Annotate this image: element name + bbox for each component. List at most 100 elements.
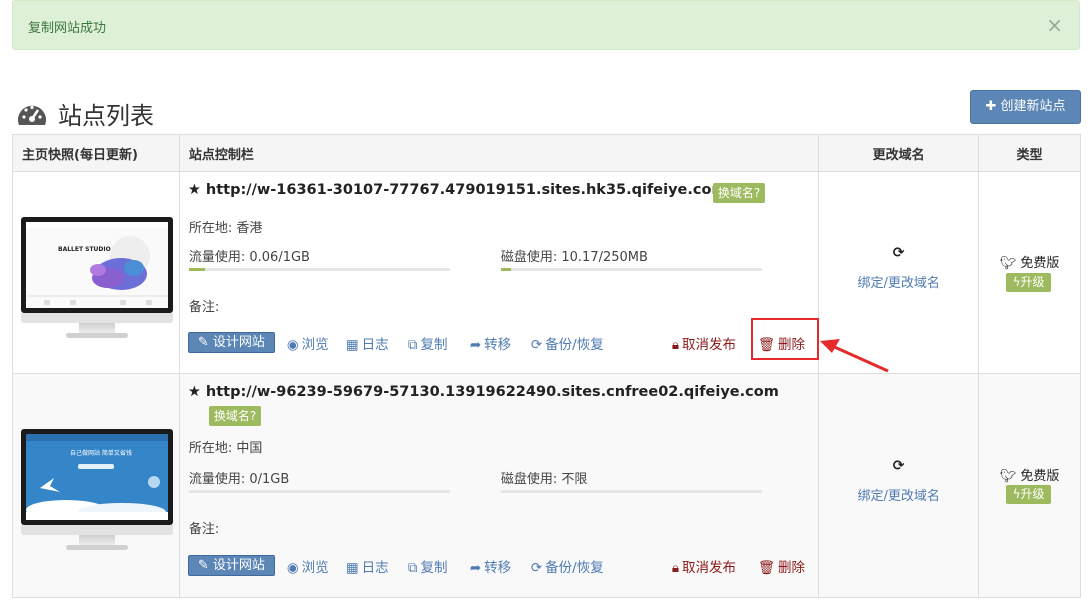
log-link[interactable]: ▦ 日志 [346,556,389,576]
share-arrow-icon: ➦ [469,560,482,576]
backup-restore-link[interactable]: ⟳ 备份/恢复 [531,333,604,353]
globe-icon: ◉ [286,560,299,576]
site-url[interactable]: ★ http://w-96239-59679-57130.13919622490… [188,384,779,400]
annotation-arrow-icon [820,339,889,373]
upgrade-label: 升级 [1020,487,1045,501]
table-row: 自己做网站 简单又省钱 ★ http://w-96239-59679-57130… [12,373,1081,598]
design-site-button[interactable]: ✎ 设计网站 [187,555,275,576]
monitor-stand [79,535,115,545]
site-url[interactable]: ★ http://w-16361-30107-77767.479019151.s… [188,182,727,198]
lock-icon: 🔒︎ [671,337,680,353]
traffic-progress-bar [188,490,450,493]
create-site-button[interactable]: ✚ 创建新站点 [970,90,1081,124]
highlight-box [750,318,819,360]
dashboard-icon [18,105,47,125]
unpublish-link[interactable]: 🔒︎ 取消发布 [672,556,736,576]
disk-usage: 磁盘使用: 10.17/250MB [500,250,648,265]
create-site-label: 创建新站点 [1000,99,1066,114]
page-header: 站点列表 ✚ 创建新站点 [14,90,1081,135]
site-actions: ✎ 设计网站 ◉ 浏览 ▦ 日志 ⧉ 复制 ➦ 转移 ⟳ 备份/恢复 🔒︎ 取消发布 🗑︎ 删… [187,555,808,577]
upgrade-button[interactable]: ϟ升级 [1006,273,1052,292]
qifeiye-preview-image [26,434,168,520]
plan-label: 🐦︎ 免费版 [979,465,1080,484]
bind-domain-link[interactable]: 绑定/更改域名 [819,485,978,504]
controls-cell: ★ http://w-16361-30107-77767.479019151.s… [178,171,820,374]
browse-link[interactable]: ◉ 浏览 [287,333,329,353]
site-url-text: http://w-16361-30107-77767.479019151.sit… [205,182,727,198]
bind-domain-link[interactable]: 绑定/更改域名 [819,272,978,291]
browse-link[interactable]: ◉ 浏览 [287,556,329,576]
design-site-label: 设计网站 [212,558,265,573]
alert-message: 复制网站成功 [28,21,107,36]
success-alert: 复制网站成功 × [12,0,1080,50]
traffic-usage: 流量使用: 0/1GB [188,472,290,487]
table-header-row: 主页快照(每日更新) 站点控制栏 更改域名 类型 [12,134,1081,172]
notes-label: 备注: [188,300,220,315]
site-thumbnail[interactable]: BALLET STUDIO [21,217,173,338]
star-icon: ★ [187,384,201,400]
transfer-label: 转移 [484,337,512,353]
col-header-snapshot: 主页快照(每日更新) [12,134,180,172]
refresh-icon: ⟳ [892,245,905,261]
type-cell: 🐦︎ 免费版 ϟ升级 [978,373,1081,598]
disk-progress-bar [500,490,762,493]
pencil-icon: ✎ [197,558,209,573]
site-thumbnail[interactable]: 自己做网站 简单又省钱 [21,429,173,550]
delete-label: 删除 [778,560,805,576]
transfer-link[interactable]: ➦ 转移 [470,333,511,353]
change-domain-badge[interactable]: 换域名? [208,406,262,426]
browse-label: 浏览 [301,337,329,353]
disk-usage: 磁盘使用: 不限 [500,472,588,487]
twitter-bird-icon: 🐦︎ [999,469,1017,484]
monitor-foot [66,333,128,338]
browse-label: 浏览 [301,560,329,576]
traffic-usage: 流量使用: 0.06/1GB [188,250,310,265]
calendar-icon: ▦ [345,560,359,576]
calendar-icon: ▦ [345,337,359,353]
unpublish-label: 取消发布 [682,337,737,353]
traffic-progress-fill [188,268,205,271]
snapshot-cell: BALLET STUDIO [12,171,180,374]
lightning-icon: ϟ [1012,275,1021,289]
change-domain-badge[interactable]: 换域名? [712,183,766,203]
backup-restore-link[interactable]: ⟳ 备份/恢复 [531,556,604,576]
copy-icon: ⧉ [407,337,418,353]
monitor-stand [79,323,115,333]
design-site-button[interactable]: ✎ 设计网站 [187,332,275,353]
monitor-screen: BALLET STUDIO [21,217,173,313]
thumbnail-text: BALLET STUDIO [58,246,111,253]
copy-link[interactable]: ⧉ 复制 [408,556,448,576]
upgrade-label: 升级 [1020,275,1045,289]
site-url-text: http://w-96239-59679-57130.13919622490.s… [205,384,779,400]
monitor-foot [66,545,128,550]
page-title: 站点列表 [58,102,154,130]
copy-label: 复制 [420,560,448,576]
disk-progress-bar [500,268,762,271]
lock-icon: 🔒︎ [671,560,680,576]
snapshot-cell: 自己做网站 简单又省钱 [12,373,180,598]
unpublish-link[interactable]: 🔒︎ 取消发布 [672,333,736,353]
ballet-preview-image [26,222,168,308]
close-icon[interactable]: × [1046,15,1063,35]
log-label: 日志 [361,337,389,353]
transfer-link[interactable]: ➦ 转移 [470,556,511,576]
thumbnail-text: 自己做网站 简单又省钱 [70,450,132,457]
location-text: 所在地: 香港 [188,221,263,236]
controls-cell: ★ http://w-96239-59679-57130.13919622490… [178,373,820,598]
copy-link[interactable]: ⧉ 复制 [408,333,448,353]
col-header-controls: 站点控制栏 [178,134,820,172]
refresh-icon: ⟳ [892,458,905,474]
transfer-label: 转移 [484,560,512,576]
lightning-icon: ϟ [1012,487,1021,501]
plus-icon: ✚ [985,99,997,114]
plan-text: 免费版 [1020,469,1060,484]
upgrade-button[interactable]: ϟ升级 [1006,485,1052,504]
copy-icon: ⧉ [407,560,418,576]
log-link[interactable]: ▦ 日志 [346,333,389,353]
domain-cell: ⟳ 绑定/更改域名 [818,373,980,598]
plan-label: 🐦︎ 免费版 [979,252,1080,271]
monitor-bezel [21,525,173,535]
disk-progress-fill [500,268,512,271]
delete-link[interactable]: 🗑︎ 删除 [758,556,805,576]
monitor-screen: 自己做网站 简单又省钱 [21,429,173,525]
